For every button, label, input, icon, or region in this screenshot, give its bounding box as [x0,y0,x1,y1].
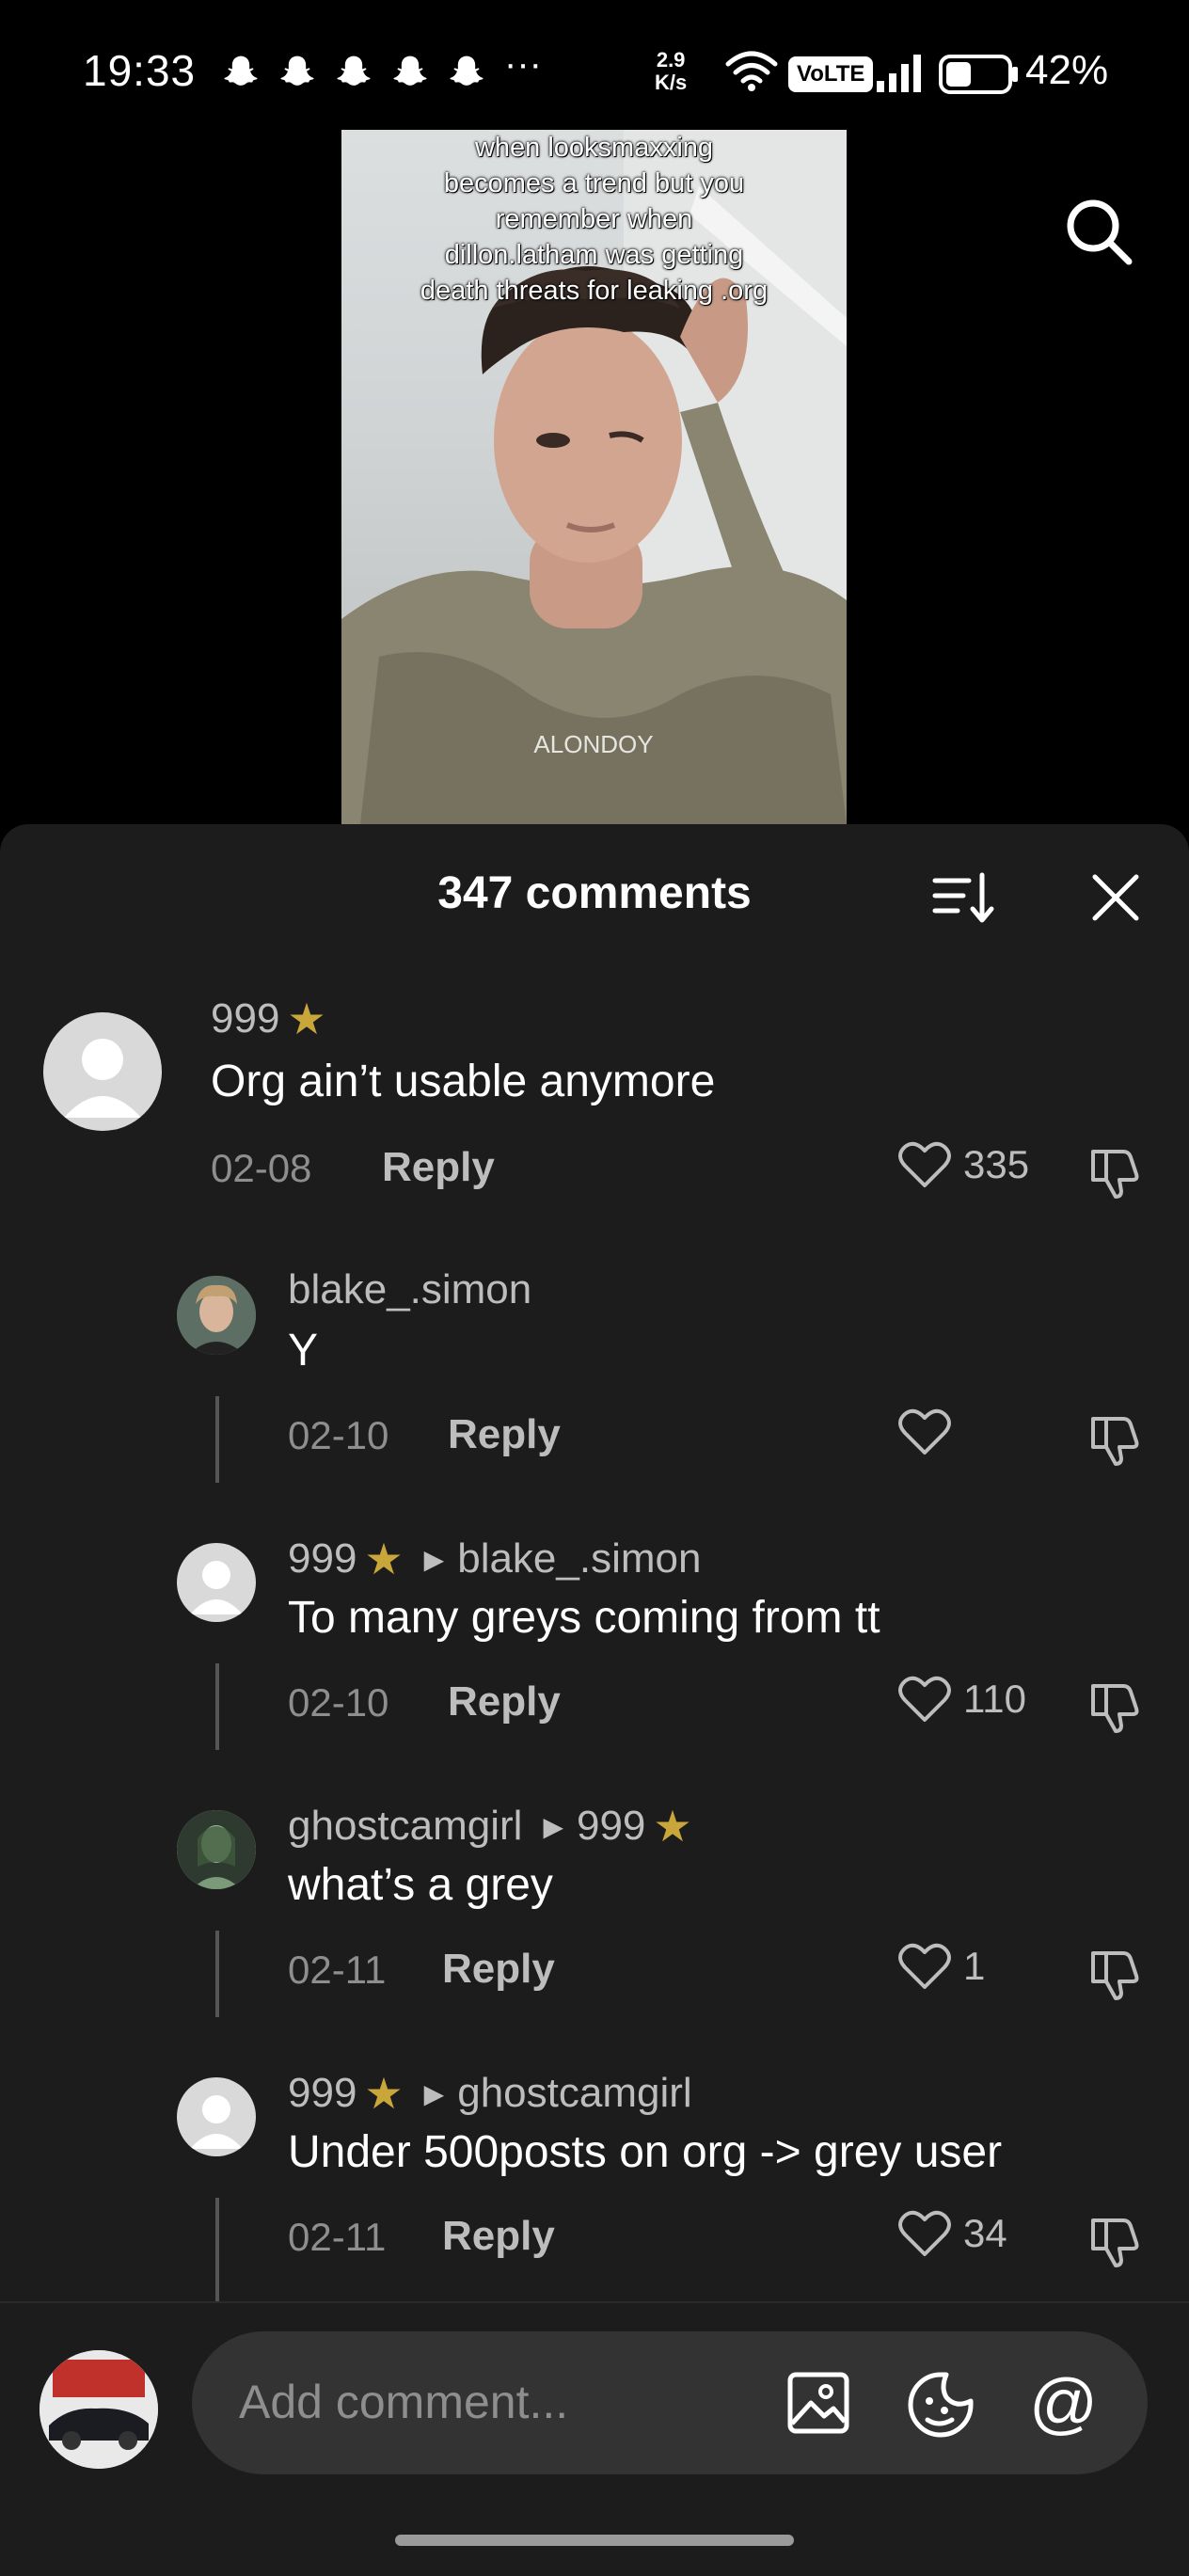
heart-icon [898,1408,951,1455]
reply-button[interactable]: Reply [448,1411,561,1458]
sort-icon[interactable] [931,869,997,926]
comment-date: 02-11 [288,1948,387,1992]
search-icon[interactable] [1061,194,1136,269]
comment-text: what’s a grey [288,1860,553,1910]
snapchat-notification-icon [393,56,427,86]
like-button[interactable]: 110 [897,1675,1026,1724]
mention-icon[interactable]: @ [1029,2365,1098,2442]
star-icon: ★ [287,994,326,1043]
dislike-icon[interactable] [1086,1677,1146,1737]
close-icon[interactable] [1089,871,1142,924]
reply-to-username[interactable]: blake_.simon [457,1535,701,1582]
dislike-icon[interactable] [1086,1409,1146,1470]
comment-text: Y [288,1326,319,1375]
like-count: 110 [963,1677,1026,1721]
comment-username[interactable]: ghostcamgirl [288,1803,522,1850]
reply-button[interactable]: Reply [448,1678,561,1725]
comment-date: 02-10 [288,1680,389,1725]
snapchat-notification-icon [280,56,314,86]
network-speed-value: 2.9 [656,48,686,72]
reply-to-username[interactable]: 999 [577,1803,645,1850]
thread-line [215,1931,219,2017]
dislike-icon[interactable] [1086,1944,1146,2004]
thread-line [215,2198,219,2301]
battery-percentage: 42% [1025,47,1109,93]
my-avatar[interactable] [40,2350,158,2469]
heart-icon [898,1676,951,1722]
reply-arrow-icon: ▶ [423,2078,445,2108]
avatar[interactable] [43,1012,162,1131]
comment-username[interactable]: 999 [288,2070,357,2117]
like-button[interactable]: 1 [897,1942,985,1991]
comment-username[interactable]: blake_.simon [288,1266,531,1313]
like-button[interactable]: 34 [897,2209,1007,2258]
like-count: 34 [963,2211,1007,2255]
video-player[interactable]: ALONDOY when looksmaxxing becomes a tren… [341,130,847,824]
avatar[interactable] [177,1543,256,1622]
comment-date: 02-10 [288,1413,389,1457]
sticker-icon[interactable] [905,2369,976,2441]
avatar[interactable] [177,2077,256,2156]
network-speed-unit: K/s [655,71,688,94]
reply-button[interactable]: Reply [382,1144,495,1191]
dislike-icon[interactable] [1086,2211,1146,2271]
heart-icon [898,1943,951,1989]
image-icon[interactable] [785,2369,852,2437]
wifi-icon [725,51,778,91]
reply-button[interactable]: Reply [442,1946,555,1993]
like-count: 1 [963,1944,986,1988]
heart-icon [898,2210,951,2256]
reply-arrow-icon: ▶ [423,1544,445,1574]
star-icon: ★ [364,1534,404,1583]
heart-icon [898,1141,951,1187]
reply-button[interactable]: Reply [442,2213,555,2260]
comment-date: 02-08 [211,1146,312,1190]
status-time: 19:33 [83,46,197,95]
signal-icon [877,55,921,92]
avatar[interactable] [177,1810,256,1889]
avatar[interactable] [177,1276,256,1355]
like-button[interactable]: 335 [897,1140,1029,1189]
more-notifications: ··· [504,43,542,85]
comment-text: Under 500posts on org -> grey user [288,2127,1003,2177]
comment-input[interactable]: Add comment... @ [192,2331,1148,2474]
battery-icon [939,55,1018,94]
comment-input-placeholder: Add comment... [239,2376,569,2428]
like-count: 335 [963,1142,1030,1186]
thread-line [215,1663,219,1750]
snapchat-notification-icon [450,56,484,86]
shirt-print-text: ALONDOY [533,730,653,758]
reply-to-username[interactable]: ghostcamgirl [457,2070,691,2117]
comment-date: 02-11 [288,2215,387,2259]
star-icon: ★ [653,1802,692,1851]
network-speed: 2.9 K/s [655,49,687,94]
reply-arrow-icon: ▶ [543,1811,563,1841]
comment-username[interactable]: 999 [211,995,279,1042]
volte-badge: VoLTE [788,56,874,92]
comments-count-title: 347 comments [437,868,752,918]
like-button[interactable] [897,1407,963,1456]
dislike-icon[interactable] [1086,1142,1146,1202]
comment-username[interactable]: 999 [288,1535,357,1582]
star-icon: ★ [364,2069,404,2118]
comment-text: To many greys coming from tt [288,1593,880,1643]
snapchat-notification-icon [337,56,371,86]
thread-line [215,1396,219,1483]
comment-text: Org ain’t usable anymore [211,1057,716,1106]
snapchat-notification-icon [224,56,258,86]
home-indicator[interactable] [395,2535,794,2546]
status-bar: 19:33 ··· 2.9 K/s VoLTE 42% [0,0,1189,132]
video-caption: when looksmaxxing becomes a trend but yo… [420,133,769,306]
